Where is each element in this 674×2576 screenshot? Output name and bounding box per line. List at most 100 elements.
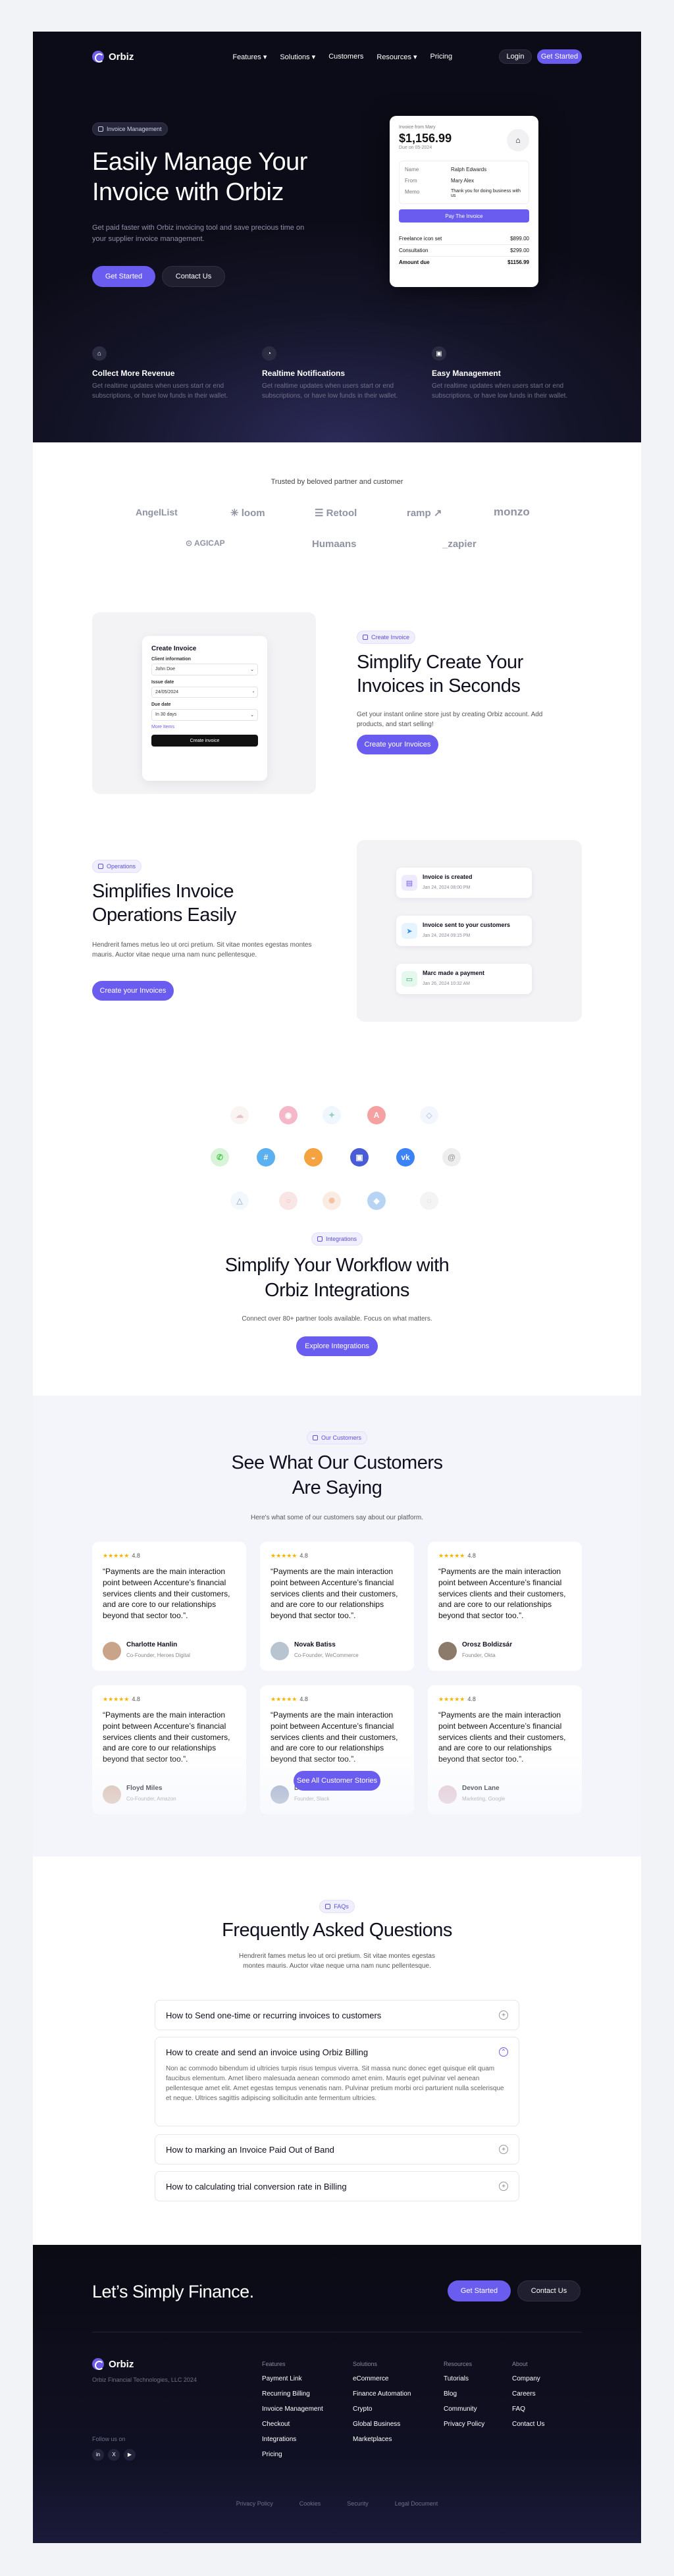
- ring-icon: ○: [279, 1192, 298, 1210]
- partner-logo-zapier: _zapier: [442, 539, 477, 550]
- nav-link-resources[interactable]: Resources ▾: [376, 53, 417, 61]
- see-all-stories-button[interactable]: See All Customer Stories: [294, 1771, 380, 1791]
- footer-column-heading: About: [512, 2361, 528, 2367]
- create-invoice-section: Create Invoice Client information John Do…: [33, 594, 641, 840]
- footer-link[interactable]: Pricing: [262, 2451, 323, 2458]
- footer-link[interactable]: Community: [444, 2405, 484, 2413]
- triangle-icon: △: [230, 1192, 249, 1210]
- faq-answer: Non ac commodo bibendum id ultricies tur…: [166, 2065, 504, 2102]
- footer-link[interactable]: Careers: [512, 2390, 544, 2398]
- sun-icon: ✺: [323, 1192, 341, 1210]
- linkedin-icon[interactable]: in: [92, 2448, 104, 2461]
- brand-logo[interactable]: Orbiz: [92, 51, 134, 63]
- footer-link[interactable]: Checkout: [262, 2421, 323, 2428]
- footer-link[interactable]: Global Business: [353, 2421, 411, 2428]
- footer-get-started-button[interactable]: Get Started: [448, 2280, 511, 2301]
- timeline-item: ➤ Invoice sent to your customers Jan 24, 2…: [396, 916, 532, 946]
- security-link[interactable]: Security: [347, 2500, 369, 2507]
- testimonials-subtitle: Here's what some of our customers say ab…: [250, 1514, 424, 1521]
- testimonial-card: ★★★★★ 4.8 “Payments are the main interacti…: [92, 1542, 246, 1671]
- invoice-icon: [363, 635, 368, 640]
- swirl-icon: @: [442, 1148, 461, 1167]
- faq-item[interactable]: How to marking an Invoice Paid Out of Ba…: [155, 2134, 519, 2165]
- privacy-link[interactable]: Privacy Policy: [236, 2500, 273, 2507]
- create-invoices-button[interactable]: Create your Invoices: [357, 735, 438, 754]
- hero-get-started-button[interactable]: Get Started: [92, 266, 155, 287]
- footer-column: Features Payment Link Recurring Billing Inv…: [262, 2361, 323, 2466]
- footer-legal: Orbiz Financial Technologies, LLC 2024: [92, 2377, 197, 2383]
- hero-contact-button[interactable]: Contact Us: [162, 266, 225, 287]
- faq-item[interactable]: How to calculating trial conversion rate…: [155, 2171, 519, 2201]
- plug-icon: [317, 1236, 323, 1242]
- diamond-icon: ◇: [420, 1106, 438, 1124]
- author-role: Co-Founder, WeCommerce: [294, 1652, 359, 1658]
- invoice-lines: Freelance icon set $899.00 Consultation $2…: [399, 233, 529, 268]
- author-name: Novak Batiss: [294, 1641, 336, 1648]
- author-role: Co-Founder, Heroes Digital: [126, 1652, 190, 1658]
- nav-link-features[interactable]: Features ▾: [232, 53, 267, 61]
- login-button[interactable]: Login: [499, 49, 532, 64]
- footer-link[interactable]: Crypto: [353, 2405, 411, 2413]
- file-icon: ▤: [402, 875, 417, 891]
- explore-integrations-button[interactable]: Explore Integrations: [296, 1336, 378, 1356]
- faq-item[interactable]: How to Send one-time or recurring invoic…: [155, 2000, 519, 2030]
- dropbox-icon: ▣: [350, 1148, 369, 1167]
- footer-section: Let’s Simply Finance. Get Started Contac…: [33, 2245, 641, 2543]
- pay-invoice-button[interactable]: Pay The Invoice: [399, 209, 529, 223]
- footer-contact-button[interactable]: Contact Us: [517, 2280, 581, 2301]
- feather-icon: ✦: [323, 1106, 341, 1124]
- author-role: Founder, Okta: [462, 1652, 496, 1658]
- timeline-item: ▭ Marc made a payment Jan 26, 2024 10:32 A…: [396, 964, 532, 994]
- footer-link[interactable]: Recurring Billing: [262, 2390, 323, 2398]
- timeline-item: ▤ Invoice is created Jan 24, 2024 08:00 PM: [396, 868, 532, 898]
- footer-link[interactable]: Invoice Management: [262, 2405, 323, 2413]
- x-icon[interactable]: X: [108, 2448, 120, 2461]
- footer-link[interactable]: Finance Automation: [353, 2390, 411, 2398]
- payment-icon: ▭: [402, 971, 417, 987]
- testimonial-quote: “Payments are the main interaction point…: [438, 1567, 566, 1621]
- footer-link[interactable]: Contact Us: [512, 2421, 544, 2428]
- nav-link-pricing[interactable]: Pricing: [430, 53, 453, 61]
- testimonials-title: See What Our Customers Are Saying: [231, 1452, 444, 1498]
- create-invoice-illustration: Create Invoice Client information John Do…: [92, 612, 316, 794]
- footer-link[interactable]: eCommerce: [353, 2375, 411, 2382]
- footer-link[interactable]: Marketplaces: [353, 2436, 411, 2443]
- issue-date-input[interactable]: 24/05/2024 ▫: [151, 687, 258, 698]
- footer-link[interactable]: Tutorials: [444, 2375, 484, 2382]
- due-date-select[interactable]: In 30 days ⌄: [151, 709, 258, 721]
- footer-link[interactable]: Integrations: [262, 2436, 323, 2443]
- client-input[interactable]: John Doe ⌄: [151, 664, 258, 675]
- timeline-panel: ▤ Invoice is created Jan 24, 2024 08:00 PM…: [357, 840, 582, 1022]
- question-icon: [325, 1904, 331, 1909]
- partner-logo-ramp: ramp ↗: [407, 508, 442, 519]
- faq-item-expanded[interactable]: How to create and send an invoice using …: [155, 2037, 519, 2126]
- operations-create-button[interactable]: Create your Invoices: [92, 981, 174, 1001]
- cookies-link[interactable]: Cookies: [299, 2500, 321, 2507]
- chevron-down-icon: ⌄: [250, 713, 254, 718]
- operations-section: Operations Simplifies Invoice Operations …: [33, 840, 641, 1070]
- footer-column: Solutions eCommerce Finance Automation Cryp…: [353, 2361, 411, 2451]
- more-items-link[interactable]: More Items: [151, 725, 258, 729]
- hero-title: Easily Manage Your Invoice with Orbiz: [92, 148, 307, 206]
- create-text: Get your instant online store just by cr…: [357, 711, 543, 728]
- footer-link[interactable]: FAQ: [512, 2405, 544, 2413]
- nav-link-customers[interactable]: Customers: [328, 53, 363, 61]
- faq-badge: FAQs: [319, 1900, 355, 1913]
- nav-get-started-button[interactable]: Get Started: [537, 49, 582, 64]
- faq-section: FAQs Frequently Asked Questions Hendreri…: [33, 1856, 641, 2245]
- integrations-title: Simplify Your Workflow with Orbiz Integra…: [224, 1255, 450, 1301]
- footer-logo[interactable]: Orbiz: [92, 2358, 134, 2370]
- rating-stars: ★★★★★ 4.8: [271, 1552, 308, 1559]
- footer-bottom-links: Privacy Policy Cookies Security Legal Do…: [33, 2500, 641, 2507]
- footer-link[interactable]: Privacy Policy: [444, 2421, 484, 2428]
- create-invoice-submit[interactable]: Create invoice: [151, 735, 258, 747]
- footer-column: About Company Careers FAQ Contact Us: [512, 2361, 544, 2436]
- footer-link[interactable]: Blog: [444, 2390, 484, 2398]
- legal-link[interactable]: Legal Document: [395, 2500, 438, 2507]
- youtube-icon[interactable]: ▶: [124, 2448, 136, 2461]
- footer-link[interactable]: Company: [512, 2375, 544, 2382]
- footer-link[interactable]: Payment Link: [262, 2375, 323, 2382]
- nav-link-solutions[interactable]: Solutions ▾: [280, 53, 315, 61]
- follow-label: Follow us on: [92, 2436, 126, 2442]
- integration-icon-cloud: ☁ ◉ ✦ A ◇ ✆ # ◒ ▣ vk @ △ ○ ✺ ◆ ◌: [33, 1070, 641, 1242]
